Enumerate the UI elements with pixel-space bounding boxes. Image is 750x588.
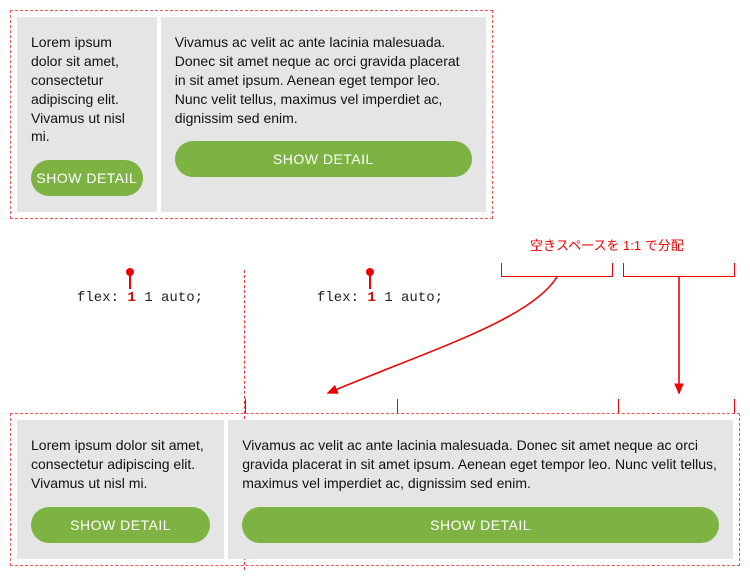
flex-container-top: Lorem ipsum dolor sit amet, consectetur … <box>10 10 493 219</box>
card-top-2: Vivamus ac velit ac ante lacinia malesua… <box>161 17 486 212</box>
card-bottom-1: Lorem ipsum dolor sit amet, consectetur … <box>17 420 224 559</box>
card-bottom-2: Vivamus ac velit ac ante lacinia malesua… <box>228 420 733 559</box>
space-bracket-2 <box>623 263 735 277</box>
flex-value-label-2: flex: 1 1 auto; <box>317 290 443 306</box>
diagram-stage: Lorem ipsum dolor sit amet, consectetur … <box>10 10 740 578</box>
annotation-stem <box>129 275 131 289</box>
card-text: Vivamus ac velit ac ante lacinia malesua… <box>242 436 719 493</box>
show-detail-button[interactable]: SHOW DETAIL <box>31 160 143 196</box>
annotation-stem <box>369 275 371 289</box>
card-top-1: Lorem ipsum dolor sit amet, consectetur … <box>17 17 157 212</box>
card-text: Lorem ipsum dolor sit amet, consectetur … <box>31 436 210 493</box>
card-text: Lorem ipsum dolor sit amet, consectetur … <box>31 33 143 146</box>
flex-value-label-1: flex: 1 1 auto; <box>77 290 203 306</box>
show-detail-button[interactable]: SHOW DETAIL <box>175 141 472 177</box>
flex-container-bottom: Lorem ipsum dolor sit amet, consectetur … <box>10 413 740 566</box>
show-detail-button[interactable]: SHOW DETAIL <box>31 507 210 543</box>
show-detail-button[interactable]: SHOW DETAIL <box>242 507 719 543</box>
growth-bracket-1 <box>245 399 398 413</box>
card-text: Vivamus ac velit ac ante lacinia malesua… <box>175 33 472 127</box>
space-bracket-1 <box>501 263 613 277</box>
growth-bracket-2 <box>618 399 735 413</box>
space-distribution-label: 空きスペースを 1:1 で分配 <box>530 235 684 254</box>
